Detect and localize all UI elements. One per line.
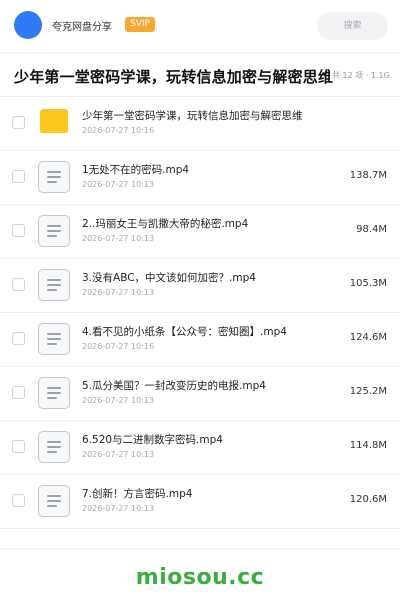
file-row[interactable]: 6.520与二进制数字密码.mp4 2026-07-27 10:13 114.8M	[0, 421, 400, 475]
document-icon	[38, 215, 70, 247]
svip-badge: SVIP	[125, 17, 155, 32]
page-title: 少年第一堂密码学课，玩转信息加密与解密思维	[14, 68, 334, 86]
select-checkbox[interactable]	[12, 386, 25, 399]
share-header: 夸克网盘分享 SVIP 搜索	[0, 0, 400, 52]
document-icon	[38, 323, 70, 355]
file-name: 少年第一堂密码学课，玩转信息加密与解密思维	[82, 110, 303, 122]
file-size: 138.7M	[349, 170, 387, 181]
file-row[interactable]: 4.看不见的小纸条【公众号：密知圈】.mp4 2026-07-27 10:16 12…	[0, 313, 400, 367]
select-checkbox[interactable]	[12, 494, 25, 507]
file-size: 125.2M	[349, 386, 387, 397]
file-date: 2026-07-27 10:13	[82, 504, 155, 513]
search-input[interactable]: 搜索	[317, 12, 388, 40]
file-name: 4.看不见的小纸条【公众号：密知圈】.mp4	[82, 326, 287, 338]
sharer-name: 夸克网盘分享	[52, 22, 112, 33]
file-date: 2026-07-27 10:13	[82, 396, 155, 405]
file-name: 5.瓜分美国？一封改变历史的电报.mp4	[82, 380, 266, 392]
select-checkbox[interactable]	[12, 224, 25, 237]
file-name: 7.创新！方言密码.mp4	[82, 488, 193, 500]
select-checkbox[interactable]	[12, 170, 25, 183]
select-checkbox[interactable]	[12, 278, 25, 291]
file-date: 2026-07-27 10:13	[82, 288, 155, 297]
file-size: 114.8M	[349, 440, 387, 451]
folder-icon	[38, 107, 70, 139]
file-row[interactable]: 1无处不在的密码.mp4 2026-07-27 10:13 138.7M	[0, 151, 400, 205]
file-size: 98.4M	[356, 224, 387, 235]
select-checkbox[interactable]	[12, 116, 25, 129]
file-row[interactable]: 5.瓜分美国？一封改变历史的电报.mp4 2026-07-27 10:13 125.…	[0, 367, 400, 421]
document-icon	[38, 269, 70, 301]
file-date: 2026-07-27 10:13	[82, 180, 155, 189]
document-icon	[38, 431, 70, 463]
file-size: 120.6M	[349, 494, 387, 505]
file-name: 6.520与二进制数字密码.mp4	[82, 434, 223, 446]
file-date: 2026-07-27 10:16	[82, 342, 155, 351]
select-checkbox[interactable]	[12, 440, 25, 453]
document-icon	[38, 377, 70, 409]
file-date: 2026-07-27 10:16	[82, 126, 155, 135]
file-size: 124.6M	[349, 332, 387, 343]
file-name: 3.没有ABC，中文该如何加密？.mp4	[82, 272, 256, 284]
file-row[interactable]: 2..玛丽女王与凯撒大帝的秘密.mp4 2026-07-27 10:13 98.4M	[0, 205, 400, 259]
file-name: 1无处不在的密码.mp4	[82, 164, 190, 176]
item-count-and-size: 共 12 项 · 1.1G	[330, 70, 390, 81]
watermark: miosou.cc	[135, 565, 265, 590]
avatar[interactable]	[14, 11, 42, 39]
file-name: 2..玛丽女王与凯撒大帝的秘密.mp4	[82, 218, 249, 230]
row-divider	[0, 528, 400, 529]
folder-row[interactable]: 少年第一堂密码学课，玩转信息加密与解密思维 2026-07-27 10:16	[0, 97, 400, 151]
document-icon	[38, 485, 70, 517]
file-date: 2026-07-27 10:13	[82, 234, 155, 243]
file-row[interactable]: 7.创新！方言密码.mp4 2026-07-27 10:13 120.6M	[0, 475, 400, 529]
header-divider	[0, 52, 400, 53]
file-date: 2026-07-27 10:13	[82, 450, 155, 459]
select-checkbox[interactable]	[12, 332, 25, 345]
file-row[interactable]: 3.没有ABC，中文该如何加密？.mp4 2026-07-27 10:13 105.…	[0, 259, 400, 313]
file-size: 105.3M	[349, 278, 387, 289]
document-icon	[38, 161, 70, 193]
